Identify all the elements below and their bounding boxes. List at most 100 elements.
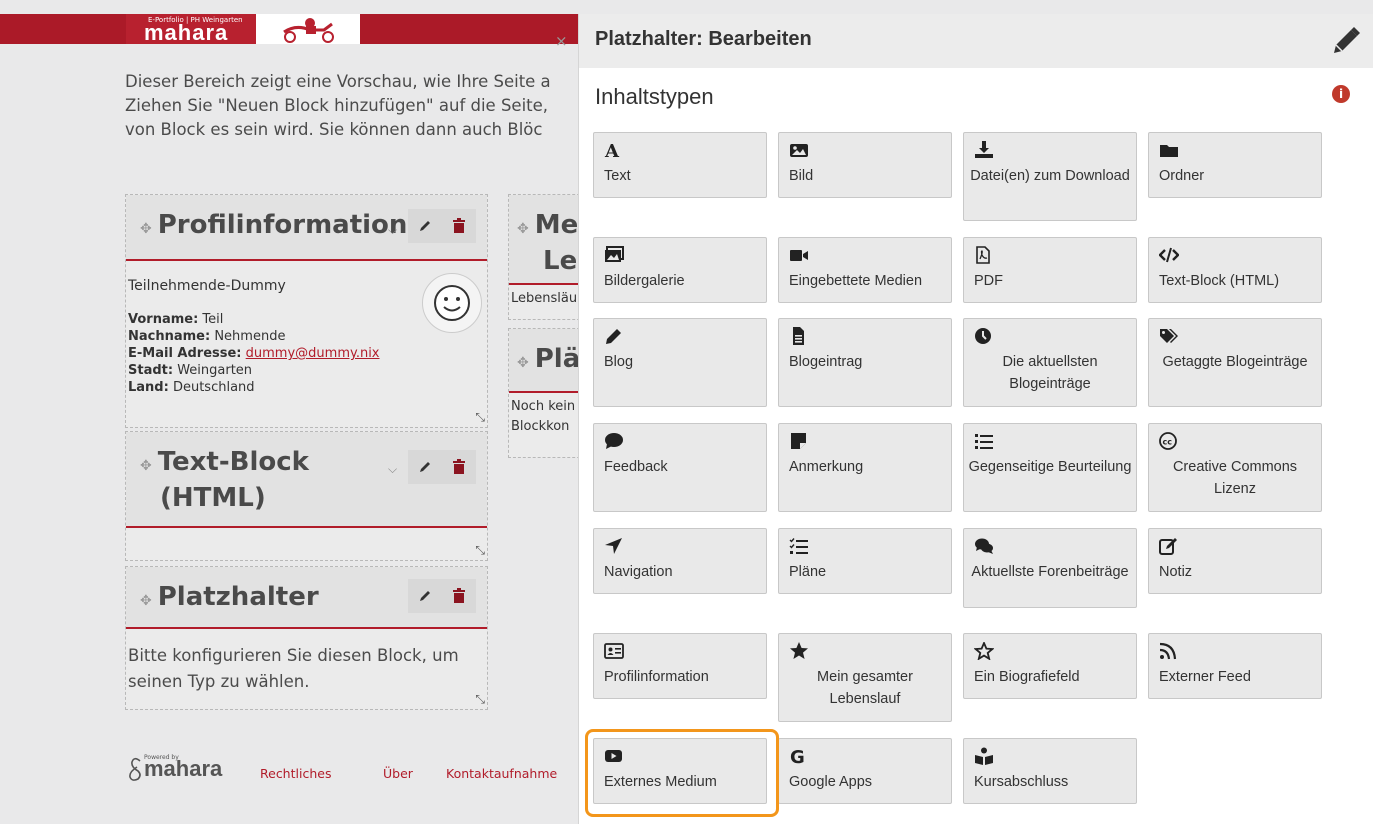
move-icon[interactable]: ✥ bbox=[140, 458, 152, 474]
edit-block-button[interactable] bbox=[408, 450, 442, 484]
tile-download[interactable]: Datei(en) zum Download bbox=[963, 132, 1137, 221]
pencil-icon bbox=[1334, 27, 1360, 53]
block-header: ✥ Platzhalter bbox=[126, 567, 487, 629]
block-title-line1: Me bbox=[534, 210, 579, 240]
move-icon[interactable]: ✥ bbox=[517, 355, 529, 371]
tile-html[interactable]: Text-Block (HTML) bbox=[1148, 237, 1322, 303]
block-title-line1: Text-Block bbox=[157, 447, 309, 477]
tile-recent-posts[interactable]: Die aktuellsten Blogeinträge bbox=[963, 318, 1137, 407]
list-icon bbox=[975, 434, 993, 449]
mahara-ampersand-icon bbox=[129, 757, 141, 781]
block-profile[interactable]: ✥ Profilinformation ⌵ Teilnehmende-Dummy … bbox=[125, 194, 488, 428]
tags-icon bbox=[1160, 329, 1178, 343]
tile-embedded-media[interactable]: Eingebettete Medien bbox=[778, 237, 952, 303]
footer-link-contact[interactable]: Kontaktaufnahme bbox=[446, 766, 557, 781]
checklist-icon bbox=[789, 538, 808, 554]
tile-google-apps[interactable]: G Google Apps bbox=[778, 738, 952, 804]
tile-peer-assessment[interactable]: Gegenseitige Beurteilung bbox=[963, 423, 1137, 512]
pdf-icon bbox=[976, 246, 990, 264]
tile-image[interactable]: Bild bbox=[778, 132, 952, 198]
block-html[interactable]: ✥ Text-Block (HTML) ⌵ ⤡ bbox=[125, 431, 488, 561]
block-title-line2: (HTML) bbox=[160, 483, 266, 513]
tile-bio-field[interactable]: Ein Biografiefeld bbox=[963, 633, 1137, 699]
content-types-grid: A Text Bild Datei(en) zum Download Ordne… bbox=[593, 132, 1333, 812]
move-icon[interactable]: ✥ bbox=[140, 221, 152, 237]
delete-block-button[interactable] bbox=[442, 209, 476, 243]
edit-block-button[interactable] bbox=[408, 579, 442, 613]
delete-block-button[interactable] bbox=[442, 579, 476, 613]
image-icon bbox=[790, 144, 808, 157]
block-title: Plä bbox=[534, 344, 581, 374]
powered-by-logo[interactable]: Powered by mahara bbox=[128, 754, 240, 788]
tile-folder[interactable]: Ordner bbox=[1148, 132, 1322, 198]
note-icon bbox=[791, 433, 806, 449]
video-icon bbox=[790, 250, 808, 261]
trash-icon bbox=[453, 459, 465, 474]
footer-link-legal[interactable]: Rechtliches bbox=[260, 766, 331, 781]
tile-feedback[interactable]: Feedback bbox=[593, 423, 767, 512]
download-icon bbox=[975, 141, 993, 158]
tile-external-feed[interactable]: Externer Feed bbox=[1148, 633, 1322, 699]
field-vorname: Vorname: Teil bbox=[128, 312, 224, 327]
tile-gallery[interactable]: Bildergalerie bbox=[593, 237, 767, 303]
tile-full-resume[interactable]: Mein gesamter Lebenslauf bbox=[778, 633, 952, 722]
footer-link-about[interactable]: Über bbox=[383, 766, 413, 781]
profile-fields: Vorname: Teil Nachname: Nehmende E-Mail … bbox=[128, 311, 380, 396]
resize-handle-icon[interactable]: ⤡ bbox=[475, 410, 485, 425]
tile-pdf[interactable]: PDF bbox=[963, 237, 1137, 303]
tile-annotation[interactable]: Anmerkung bbox=[778, 423, 952, 512]
move-icon[interactable]: ✥ bbox=[517, 221, 529, 237]
info-icon[interactable]: i bbox=[1332, 85, 1350, 103]
tile-creative-commons[interactable]: cc Creative Commons Lizenz bbox=[1148, 423, 1322, 512]
site-logo[interactable]: E-Portfolio | PH Weingarten mahara bbox=[126, 14, 360, 45]
resize-handle-icon[interactable]: ⤡ bbox=[475, 692, 485, 707]
pencil-icon bbox=[420, 591, 430, 601]
tile-plans[interactable]: Pläne bbox=[778, 528, 952, 594]
delete-block-button[interactable] bbox=[442, 450, 476, 484]
star-icon bbox=[790, 642, 808, 659]
google-icon: G bbox=[790, 747, 805, 765]
block-title-line2: Le bbox=[543, 246, 578, 276]
block-text: Noch kein Blockkon bbox=[511, 399, 576, 434]
tile-forum-posts[interactable]: Aktuellste Forenbeiträge bbox=[963, 528, 1137, 608]
tile-navigation[interactable]: Navigation bbox=[593, 528, 767, 594]
intro-text: Dieser Bereich zeigt eine Vorschau, wie … bbox=[125, 72, 551, 139]
block-header: ✥ Profilinformation ⌵ bbox=[126, 195, 487, 261]
tile-course-completion[interactable]: Kursabschluss bbox=[963, 738, 1137, 804]
tile-blog[interactable]: Blog bbox=[593, 318, 767, 407]
tile-note[interactable]: Notiz bbox=[1148, 528, 1322, 594]
trash-icon bbox=[453, 588, 465, 603]
svg-text:G: G bbox=[790, 747, 805, 765]
pencil-icon bbox=[606, 329, 621, 344]
resize-handle-icon[interactable]: ⤡ bbox=[475, 543, 485, 558]
tile-text[interactable]: A Text bbox=[593, 132, 767, 198]
close-panel-button[interactable]: × bbox=[555, 32, 568, 50]
svg-text:A: A bbox=[604, 141, 620, 159]
block-text: Lebensläu bbox=[511, 291, 578, 306]
chevron-down-icon[interactable]: ⌵ bbox=[388, 223, 397, 238]
tile-blog-entry[interactable]: Blogeintrag bbox=[778, 318, 952, 407]
edit-panel: Platzhalter: Bearbeiten × Inhaltstypen i… bbox=[555, 14, 1373, 824]
tile-profile-info[interactable]: Profilinformation bbox=[593, 633, 767, 699]
block-title: Profilinformation bbox=[157, 210, 408, 240]
block-title: Platzhalter bbox=[157, 582, 319, 612]
scooter-logo-icon bbox=[283, 18, 334, 43]
rss-icon bbox=[1159, 642, 1177, 660]
section-title: Inhaltstypen bbox=[595, 84, 714, 109]
block-header: ✥ Plä bbox=[509, 329, 589, 393]
edit-block-button[interactable] bbox=[408, 209, 442, 243]
chevron-down-icon[interactable]: ⌵ bbox=[388, 462, 397, 477]
selection-highlight bbox=[585, 729, 779, 817]
move-icon[interactable]: ✥ bbox=[140, 593, 152, 609]
tile-tagged-posts[interactable]: Getaggte Blogeinträge bbox=[1148, 318, 1322, 407]
trash-icon bbox=[453, 218, 465, 233]
email-link[interactable]: dummy@dummy.nix bbox=[246, 346, 380, 361]
star-outline-icon bbox=[974, 642, 994, 660]
pencil-icon bbox=[420, 462, 430, 472]
folder-icon bbox=[1160, 145, 1178, 157]
graduation-icon bbox=[975, 747, 993, 765]
pencil-icon bbox=[420, 221, 430, 231]
block-placeholder[interactable]: ✥ Platzhalter Bitte konfigurieren Sie die… bbox=[125, 566, 488, 710]
profile-avatar bbox=[422, 273, 482, 333]
code-icon bbox=[1159, 247, 1179, 263]
